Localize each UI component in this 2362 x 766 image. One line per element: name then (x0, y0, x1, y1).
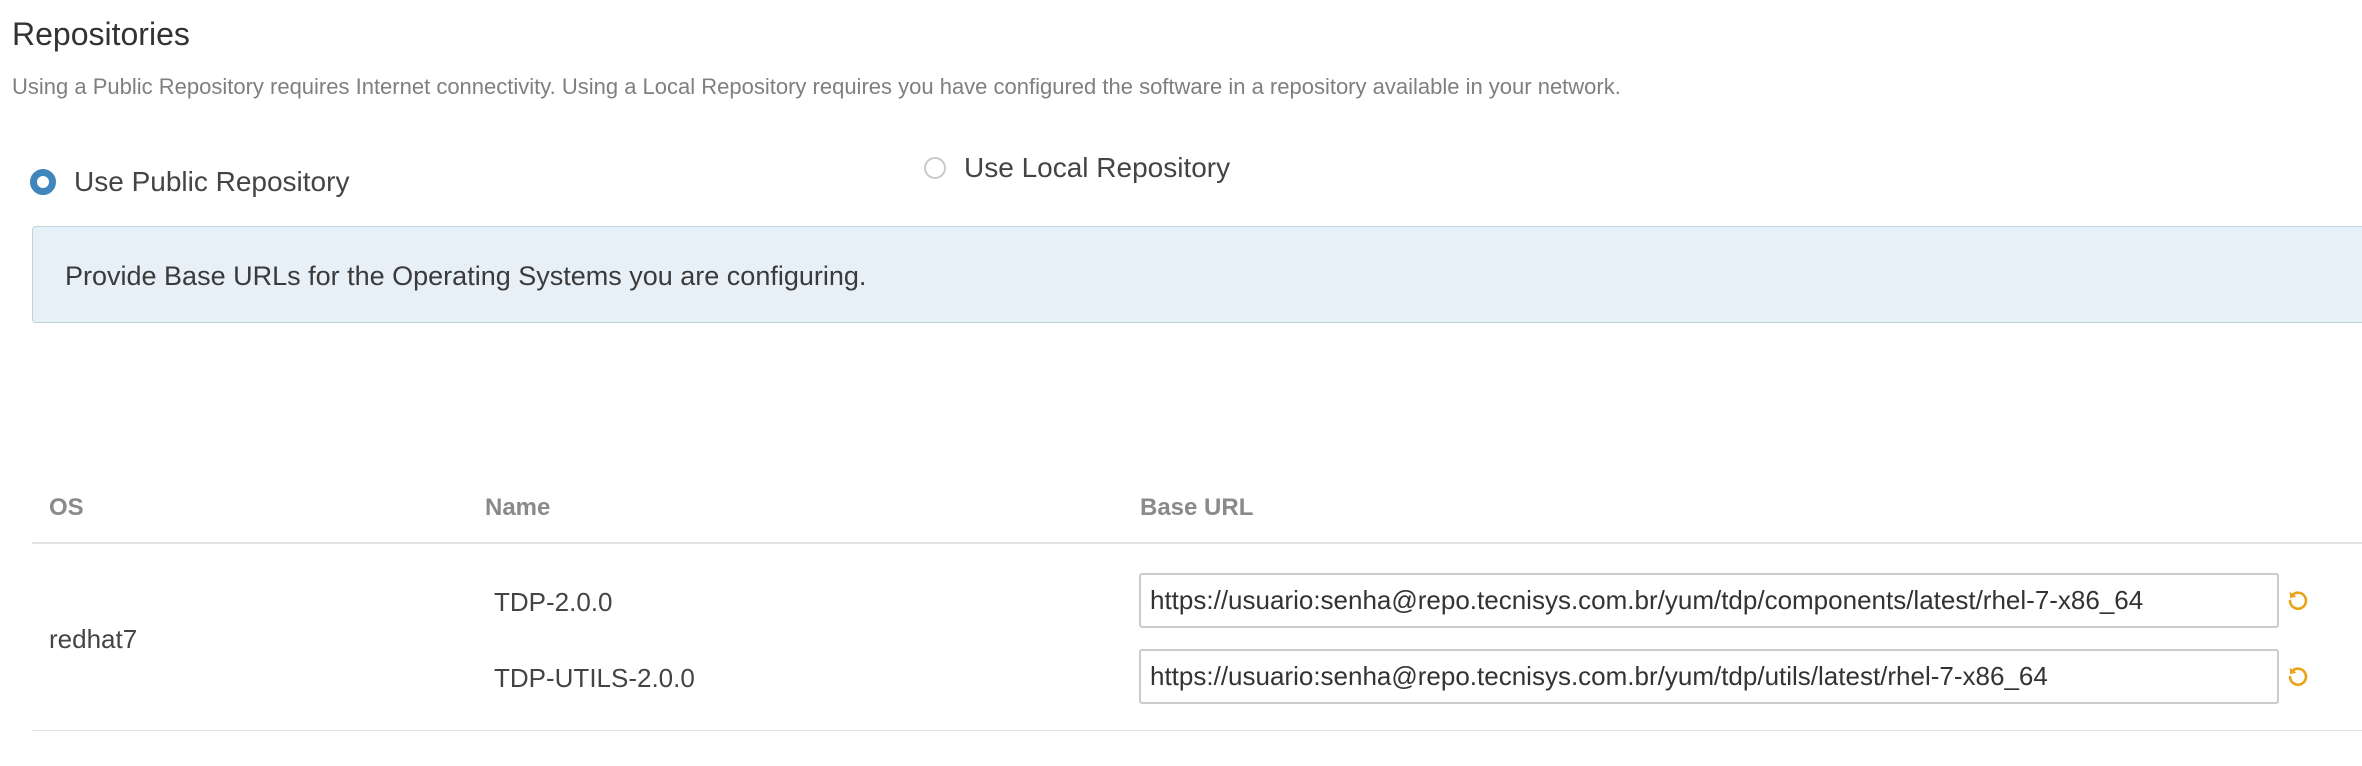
undo-icon[interactable] (2286, 665, 2310, 689)
column-header-name: Name (485, 494, 551, 521)
column-header-base-url: Base URL (1140, 494, 1254, 521)
base-url-input[interactable] (1139, 649, 2279, 704)
repo-name: TDP-2.0.0 (494, 587, 613, 617)
radio-use-public-repository[interactable]: Use Public Repository (30, 166, 349, 198)
radio-checked-icon[interactable] (30, 169, 56, 195)
table-bottom-divider (32, 730, 2362, 731)
base-url-input[interactable] (1139, 573, 2279, 628)
repo-name: TDP-UTILS-2.0.0 (494, 663, 695, 693)
page-description: Using a Public Repository requires Inter… (12, 74, 1621, 99)
table-header-divider (32, 542, 2362, 544)
info-alert: Provide Base URLs for the Operating Syst… (32, 226, 2362, 323)
column-header-os: OS (49, 494, 84, 521)
info-alert-text: Provide Base URLs for the Operating Syst… (65, 261, 867, 291)
radio-label-local: Use Local Repository (964, 152, 1231, 183)
radio-unchecked-icon[interactable] (924, 157, 946, 179)
undo-icon[interactable] (2286, 589, 2310, 613)
os-cell: redhat7 (49, 624, 138, 654)
radio-label-public: Use Public Repository (74, 166, 350, 197)
radio-use-local-repository[interactable]: Use Local Repository (924, 152, 1230, 184)
page-title: Repositories (12, 16, 190, 52)
